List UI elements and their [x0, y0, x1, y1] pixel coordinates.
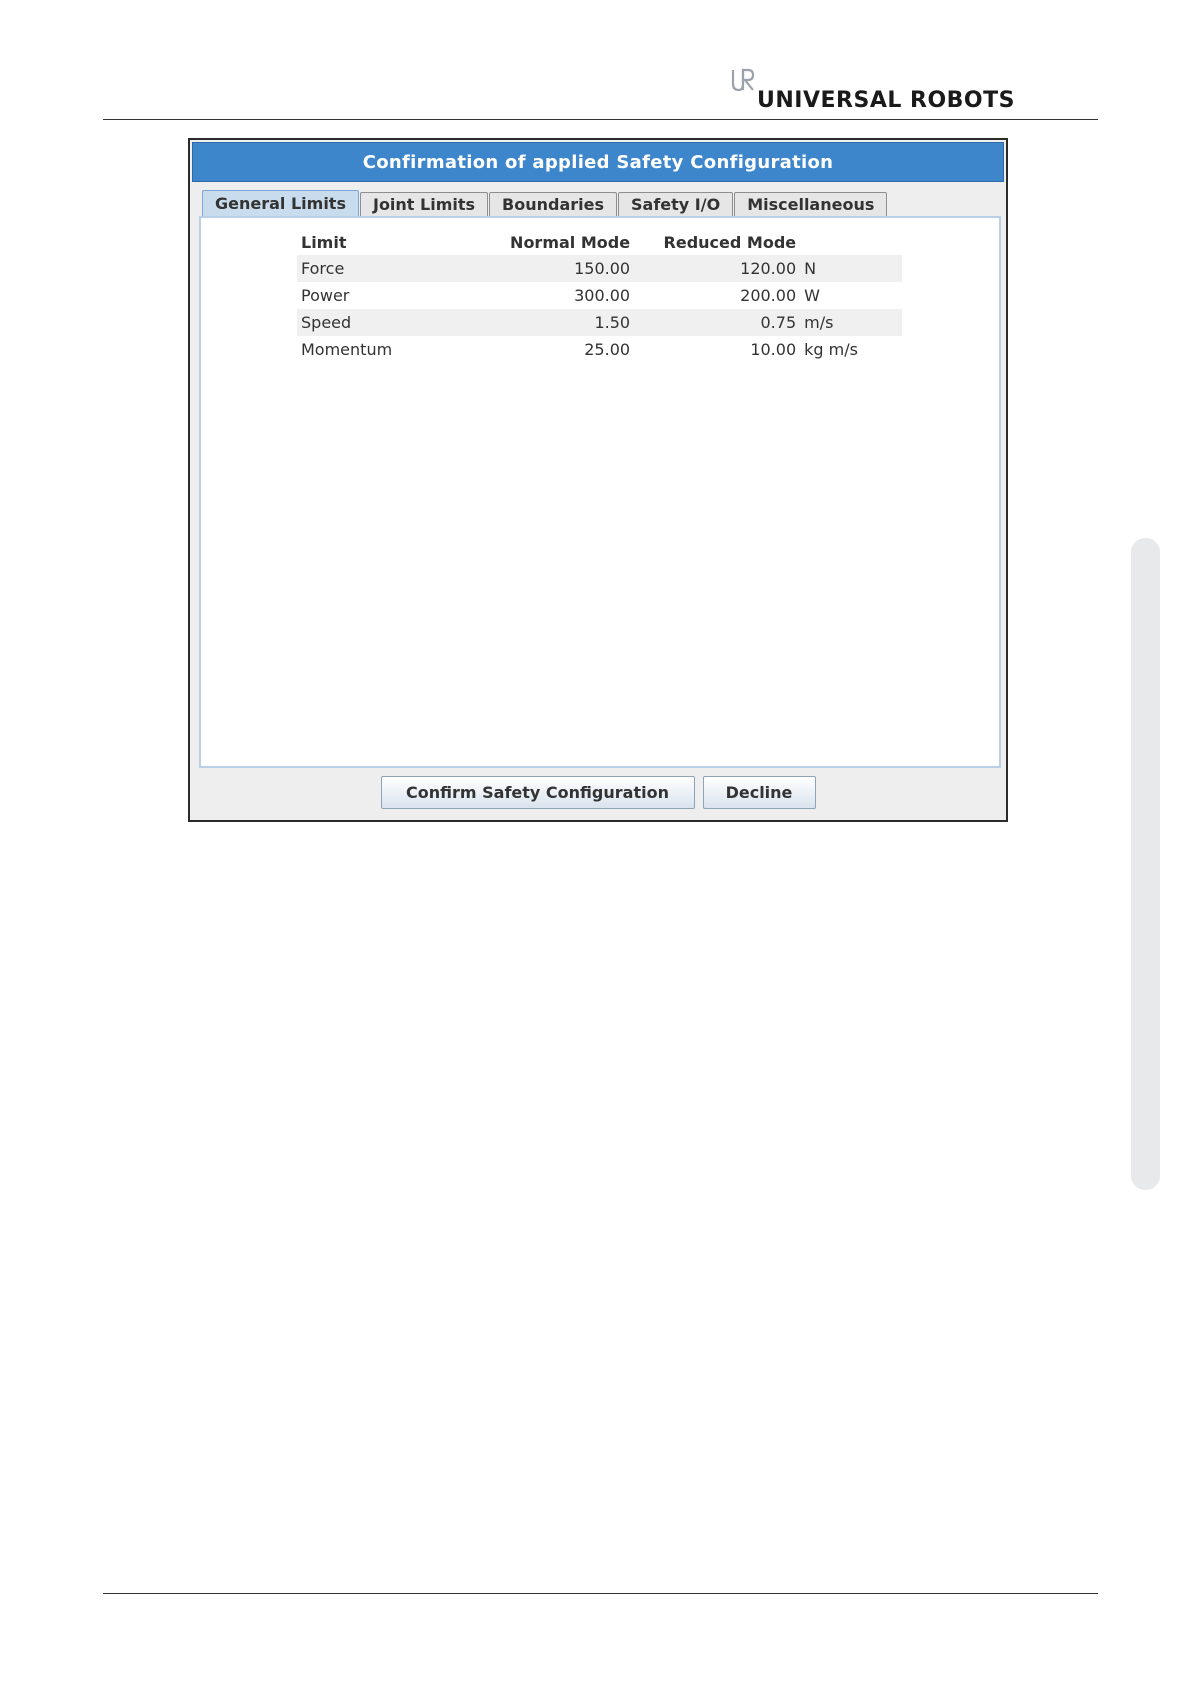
- header-reduced-mode: Reduced Mode: [663, 232, 797, 252]
- decline-button[interactable]: Decline: [702, 776, 816, 809]
- brand-name: UNIVERSAL ROBOTS: [757, 88, 1015, 113]
- cell-limit: Power: [301, 286, 350, 305]
- cell-reduced: 0.75: [634, 309, 801, 336]
- cell-normal: 25.00: [584, 340, 631, 359]
- cell-unit: W: [804, 286, 820, 305]
- cell-reduced: 120.00: [634, 255, 801, 282]
- table-row: Momentum 25.00 10.00 kg m/s: [297, 336, 902, 363]
- cell-unit: m/s: [800, 309, 902, 336]
- cell-reduced: 10.00: [750, 340, 797, 359]
- general-limits-panel: Limit Normal Mode Reduced Mode Force 150…: [199, 216, 1001, 768]
- ur-logo-icon: [731, 68, 755, 92]
- safety-confirmation-dialog: Confirmation of applied Safety Configura…: [188, 138, 1008, 822]
- header-normal-mode: Normal Mode: [510, 232, 631, 252]
- tab-joint-limits[interactable]: Joint Limits: [359, 192, 489, 216]
- cell-limit: Force: [297, 255, 491, 282]
- cell-normal: 300.00: [574, 286, 631, 305]
- dialog-title: Confirmation of applied Safety Configura…: [192, 142, 1004, 182]
- table-row: Power 300.00 200.00 W: [297, 282, 902, 309]
- cell-unit: kg m/s: [804, 340, 858, 359]
- tab-boundaries[interactable]: Boundaries: [489, 192, 617, 216]
- tab-bar: General Limits Joint Limits Boundaries S…: [202, 190, 888, 216]
- footer-divider: [103, 1593, 1098, 1594]
- general-limits-table: Limit Normal Mode Reduced Mode Force 150…: [297, 229, 902, 363]
- page-side-tab: [1131, 538, 1160, 1190]
- cell-limit: Speed: [297, 309, 491, 336]
- table-row: Speed 1.50 0.75 m/s: [297, 309, 902, 336]
- cell-unit: N: [800, 255, 902, 282]
- cell-limit: Momentum: [301, 340, 393, 359]
- header-divider: [103, 119, 1098, 120]
- confirm-safety-configuration-button[interactable]: Confirm Safety Configuration: [380, 776, 695, 809]
- tab-general-limits[interactable]: General Limits: [202, 190, 359, 216]
- header-limit: Limit: [301, 232, 347, 252]
- tab-safety-io[interactable]: Safety I/O: [618, 192, 734, 216]
- brand-logo: UNIVERSAL ROBOTS: [731, 68, 1015, 112]
- tab-miscellaneous[interactable]: Miscellaneous: [734, 192, 888, 216]
- table-header-row: Limit Normal Mode Reduced Mode: [297, 229, 902, 255]
- table-row: Force 150.00 120.00 N: [297, 255, 902, 282]
- cell-normal: 150.00: [490, 255, 635, 282]
- cell-normal: 1.50: [490, 309, 635, 336]
- dialog-button-row: Confirm Safety Configuration Decline: [190, 776, 1006, 809]
- cell-reduced: 200.00: [740, 286, 797, 305]
- header-unit: [800, 229, 902, 255]
